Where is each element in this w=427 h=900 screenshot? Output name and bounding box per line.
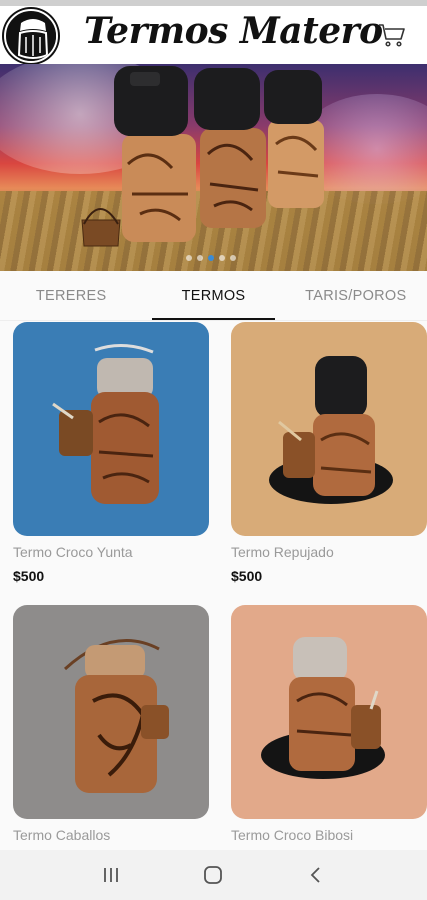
- product-card[interactable]: Termo Repujado $500: [231, 322, 427, 584]
- product-image[interactable]: [231, 322, 427, 536]
- carousel-dot[interactable]: [219, 255, 225, 261]
- app-header: Termos Matero: [0, 6, 427, 64]
- product-name: Termo Repujado: [231, 544, 334, 560]
- mate-logo-icon[interactable]: [4, 9, 58, 63]
- product-image[interactable]: [13, 322, 209, 536]
- product-card[interactable]: Termo Croco Yunta $500: [13, 322, 209, 584]
- carousel-dot-active[interactable]: [208, 255, 214, 261]
- home-icon[interactable]: [193, 860, 233, 890]
- carousel-dot[interactable]: [186, 255, 192, 261]
- product-grid: Termo Croco Yunta $500 Termo Repujado $5…: [0, 321, 427, 850]
- banner-thermos-image: [81, 66, 324, 247]
- product-price: $500: [13, 568, 45, 584]
- category-tabs: TERERES TERMOS TARIS/POROS: [0, 271, 427, 321]
- carousel-indicator: [186, 255, 236, 261]
- product-name: Termo Caballos: [13, 827, 111, 843]
- product-name: Termo Croco Yunta: [13, 544, 133, 560]
- tab-termos[interactable]: TERMOS: [142, 271, 284, 320]
- product-image[interactable]: [13, 605, 209, 819]
- tab-taris-poros[interactable]: TARIS/POROS: [285, 271, 427, 320]
- recents-icon[interactable]: [91, 860, 131, 890]
- tab-tereres[interactable]: TERERES: [0, 271, 142, 320]
- product-name: Termo Croco Bibosi: [231, 827, 354, 843]
- product-image[interactable]: [231, 605, 427, 819]
- cart-icon[interactable]: [377, 20, 407, 50]
- carousel-dot[interactable]: [230, 255, 236, 261]
- android-nav-bar: [0, 850, 427, 900]
- promo-banner[interactable]: [0, 64, 427, 271]
- back-icon[interactable]: [296, 860, 336, 890]
- product-price: $500: [231, 568, 263, 584]
- brand-title: Termos Matero: [84, 10, 383, 52]
- product-card[interactable]: Termo Caballos: [13, 605, 209, 843]
- carousel-dot[interactable]: [197, 255, 203, 261]
- product-card[interactable]: Termo Croco Bibosi: [231, 605, 427, 843]
